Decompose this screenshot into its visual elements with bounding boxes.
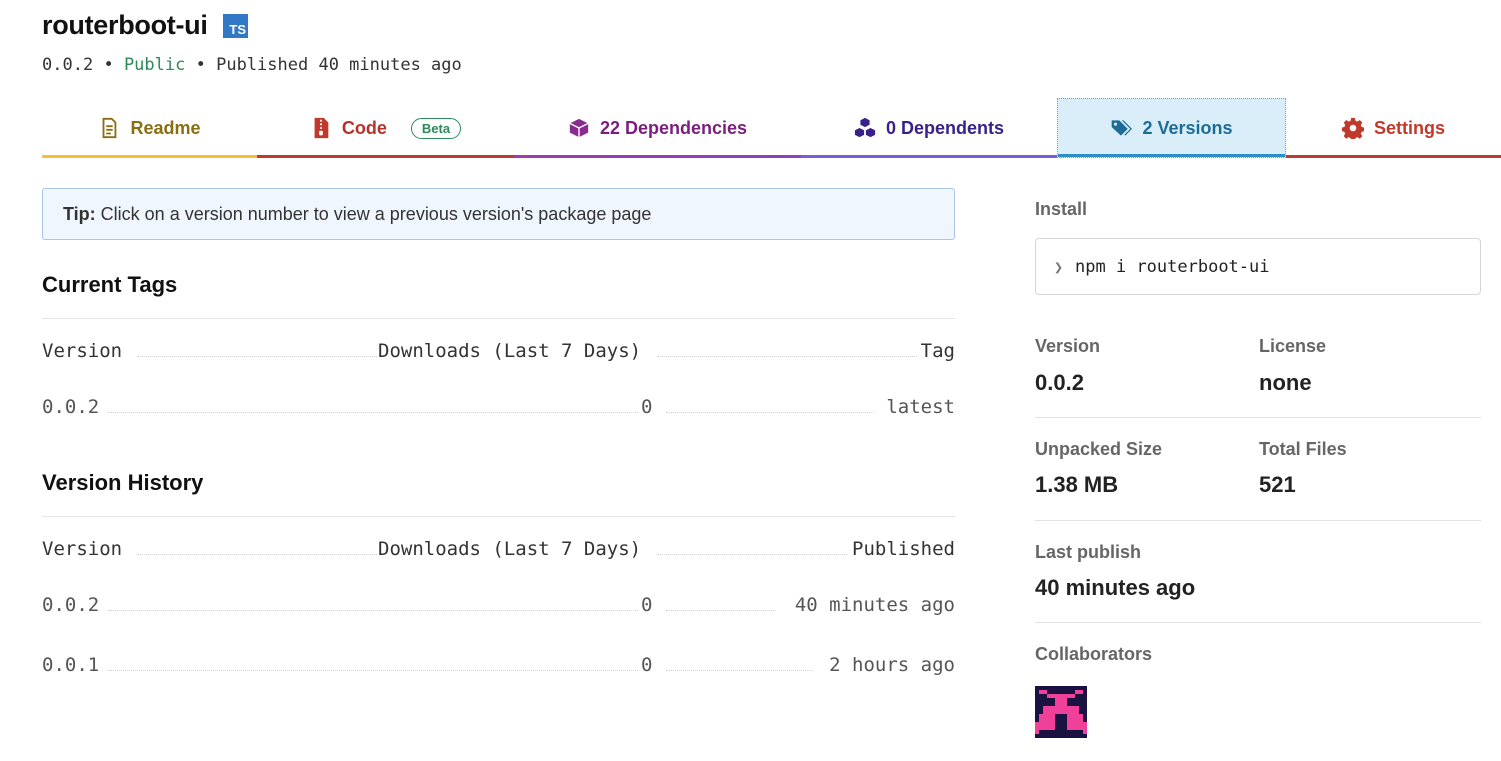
terminal-prompt-icon: ❯	[1054, 257, 1064, 276]
readme-file-icon	[103, 117, 117, 139]
tip-banner: Tip: Click on a version number to view a…	[42, 188, 955, 240]
package-visibility: Public	[123, 55, 186, 75]
total-files-value: 521	[1259, 472, 1296, 497]
column-header-published: Published	[852, 538, 955, 560]
column-header-version: Version	[42, 340, 123, 362]
dotted-leader	[137, 554, 377, 555]
version-link[interactable]: 0.0.1	[42, 654, 100, 676]
license-label: License	[1259, 336, 1327, 356]
package-published: Published 40 minutes ago	[216, 55, 462, 75]
downloads-count: 0	[641, 654, 653, 676]
tab-dependencies-label: 22 Dependencies	[599, 117, 748, 138]
tab-code[interactable]: Code Beta	[257, 98, 514, 158]
divider	[1035, 417, 1481, 418]
divider	[1035, 520, 1481, 521]
beta-badge: Beta	[410, 117, 462, 139]
install-command: npm i routerboot-ui	[1075, 256, 1270, 277]
unpacked-size-label: Unpacked Size	[1035, 439, 1163, 459]
published-time: 40 minutes ago	[794, 594, 955, 616]
downloads-count: 0	[641, 396, 653, 418]
tags-icon	[1112, 120, 1133, 136]
version-history-title: Version History	[42, 470, 204, 495]
dotted-leader	[666, 670, 812, 671]
table-row: 0.0.2 0 40 minutes ago	[42, 594, 955, 618]
version-link[interactable]: 0.0.2	[42, 396, 100, 418]
divider	[42, 516, 955, 517]
tab-underline	[1286, 155, 1501, 158]
divider	[42, 318, 955, 319]
table-row: 0.0.2 0 latest	[42, 396, 955, 420]
package-tabs: Readme Code Beta 22 Dependencies 0 Depen…	[42, 98, 1501, 158]
tab-dependents[interactable]: 0 Dependents	[801, 98, 1057, 158]
dotted-leader	[108, 610, 638, 611]
divider	[1035, 622, 1481, 623]
tab-underline	[801, 155, 1057, 158]
tab-versions-label: 2 Versions	[1142, 117, 1233, 138]
dotted-leader	[657, 554, 847, 555]
version-value: 0.0.2	[1035, 370, 1084, 395]
license-value: none	[1259, 370, 1312, 395]
collaborator-avatar[interactable]	[1035, 686, 1087, 738]
tab-dependents-label: 0 Dependents	[885, 117, 1005, 138]
code-zip-icon	[314, 117, 329, 139]
dotted-leader	[108, 412, 638, 413]
column-header-version: Version	[42, 538, 123, 560]
collaborators-label: Collaborators	[1035, 644, 1153, 664]
tab-code-label: Code	[341, 117, 387, 138]
typescript-badge-icon: TS	[223, 14, 248, 38]
tab-underline	[514, 155, 801, 158]
tab-versions[interactable]: 2 Versions	[1057, 98, 1286, 158]
last-publish-value: 40 minutes ago	[1035, 575, 1196, 600]
total-files-label: Total Files	[1259, 439, 1347, 459]
meta-bullet: •	[195, 55, 206, 75]
published-time: 2 hours ago	[829, 654, 955, 676]
version-link[interactable]: 0.0.2	[42, 594, 100, 616]
tab-settings[interactable]: Settings	[1286, 98, 1501, 158]
column-header-downloads: Downloads (Last 7 Days)	[378, 340, 642, 362]
column-header-downloads: Downloads (Last 7 Days)	[378, 538, 642, 560]
tab-readme-label: Readme	[130, 117, 201, 138]
tab-underline	[257, 155, 514, 158]
box-icon	[569, 118, 589, 138]
tab-dependencies[interactable]: 22 Dependencies	[514, 98, 801, 158]
package-meta: 0.0.2 • Public • Published 40 minutes ag…	[42, 55, 462, 75]
tip-label: Tip:	[63, 203, 96, 224]
table-row: 0.0.1 0 2 hours ago	[42, 654, 955, 678]
unpacked-size-value: 1.38 MB	[1035, 472, 1119, 497]
table-header: Version Downloads (Last 7 Days) Tag	[42, 340, 955, 364]
avatar-identicon-icon	[1035, 686, 1087, 738]
tab-underline	[42, 155, 257, 158]
downloads-count: 0	[641, 594, 653, 616]
gear-icon	[1341, 117, 1364, 139]
package-title: routerboot-ui	[42, 10, 208, 40]
dotted-leader	[108, 670, 638, 671]
table-header: Version Downloads (Last 7 Days) Publishe…	[42, 538, 955, 562]
tab-underline	[1058, 154, 1285, 157]
last-publish-label: Last publish	[1035, 542, 1142, 562]
boxes-icon	[854, 117, 876, 138]
column-header-tag: Tag	[920, 340, 955, 362]
tip-text: Click on a version number to view a prev…	[100, 203, 652, 224]
meta-bullet: •	[103, 55, 114, 75]
dotted-leader	[137, 356, 377, 357]
tab-readme[interactable]: Readme	[42, 98, 257, 158]
tab-settings-label: Settings	[1373, 117, 1445, 138]
package-version: 0.0.2	[42, 55, 94, 75]
dotted-leader	[657, 356, 917, 357]
current-tags-title: Current Tags	[42, 272, 178, 297]
dotted-leader	[666, 412, 874, 413]
tag-name: latest	[886, 396, 955, 418]
install-label: Install	[1035, 199, 1088, 219]
install-command-box[interactable]: ❯ npm i routerboot-ui	[1035, 238, 1481, 295]
version-label: Version	[1035, 336, 1101, 356]
dotted-leader	[666, 610, 776, 611]
